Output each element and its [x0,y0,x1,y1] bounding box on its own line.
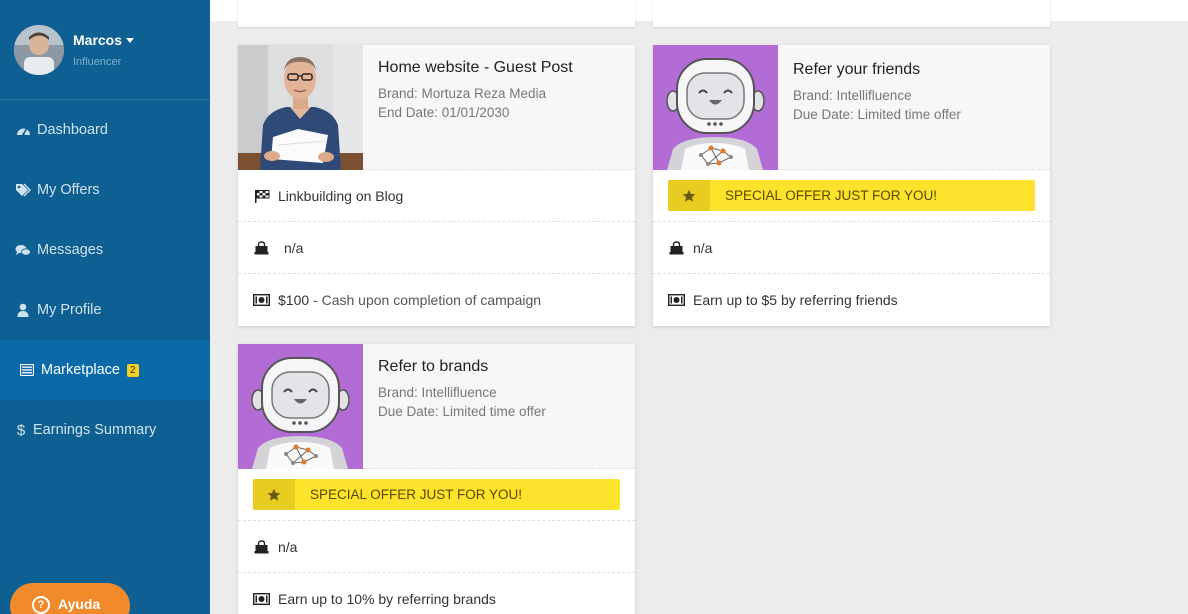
offer-date: End Date: 01/01/2030 [378,105,510,120]
special-offer-text: SPECIAL OFFER JUST FOR YOU! [310,487,523,502]
sidebar-item-marketplace[interactable]: Marketplace 2 [0,340,210,400]
sidebar-nav: Dashboard My Offers Messages My Profile … [0,100,210,460]
money-icon [253,293,270,307]
comments-icon [15,242,31,258]
offer-card[interactable]: Refer to brands Brand: Intellifluence Du… [238,344,635,614]
user-role: Influencer [73,55,122,68]
special-offer-banner: SPECIAL OFFER JUST FOR YOU! [253,479,620,510]
card-partial[interactable] [653,0,1050,27]
sidebar-item-label: My Offers [37,182,100,198]
shopping-bag-icon [668,240,685,255]
offer-payment-amount: $100 [278,292,310,308]
help-label: Ayuda [58,596,101,612]
offer-date: Due Date: Limited time offer [793,107,961,122]
sidebar-item-my-offers[interactable]: My Offers [0,160,210,220]
sidebar: Marcos Influencer Dashboard My Offers Me… [0,0,210,614]
dashboard-icon [15,122,31,138]
sidebar-item-dashboard[interactable]: Dashboard [0,100,210,160]
user-icon [15,302,31,318]
offer-title[interactable]: Home website - Guest Post [378,59,573,77]
offer-product: n/a [278,538,298,555]
sidebar-item-label: Earnings Summary [33,422,157,438]
marketplace-content: Home website - Guest Post Brand: Mortuza… [210,0,1188,614]
user-panel: Marcos Influencer [0,0,210,100]
offer-payment: Earn up to $5 by referring friends [693,292,898,308]
offer-category-row: Linkbuilding on Blog [238,170,635,222]
robot-thumbnail[interactable] [653,45,778,170]
sidebar-item-label: Dashboard [37,122,108,138]
dollar-icon: $ [16,421,26,439]
money-icon [668,293,685,307]
marketplace-badge: 2 [126,363,139,377]
star-icon [253,479,295,510]
offer-brand: Brand: Intellifluence [378,385,497,400]
flag-checkered-icon [253,189,270,203]
user-name-dropdown[interactable]: Marcos [73,31,135,48]
offer-product-row: n/a [238,521,635,573]
user-name: Marcos [73,31,123,48]
caret-down-icon [126,38,135,43]
money-icon [253,592,270,606]
offer-title[interactable]: Refer your friends [793,61,961,79]
avatar[interactable] [14,24,64,75]
sidebar-item-label: My Profile [37,302,102,318]
offer-title[interactable]: Refer to brands [378,358,546,376]
list-icon [19,362,35,378]
special-offer-row: SPECIAL OFFER JUST FOR YOU! [653,170,1050,222]
star-icon [668,180,710,211]
sidebar-item-my-profile[interactable]: My Profile [0,280,210,340]
sidebar-item-messages[interactable]: Messages [0,220,210,280]
offer-thumbnail[interactable] [238,45,363,170]
special-offer-text: SPECIAL OFFER JUST FOR YOU! [725,188,938,203]
sidebar-item-label: Messages [37,242,104,258]
tags-icon [15,182,31,198]
robot-thumbnail[interactable] [238,344,363,469]
offer-date: Due Date: Limited time offer [378,404,546,419]
question-icon: ? [32,596,50,614]
offer-payment-row: Earn up to $5 by referring friends [653,274,1050,326]
offer-product-row: n/a [238,222,635,274]
offer-brand: Brand: Mortuza Reza Media [378,86,547,101]
offer-product: n/a [284,239,304,256]
help-button[interactable]: ? Ayuda [10,583,130,614]
offer-payment-desc: - Cash upon completion of campaign [309,292,542,308]
special-offer-row: SPECIAL OFFER JUST FOR YOU! [238,469,635,521]
offer-card[interactable]: Refer your friends Brand: Intellifluence… [653,45,1050,326]
special-offer-banner: SPECIAL OFFER JUST FOR YOU! [668,180,1035,211]
offer-product-row: n/a [653,222,1050,274]
sidebar-item-label: Marketplace [41,362,120,378]
shopping-bag-icon [253,240,270,255]
sidebar-item-earnings-summary[interactable]: $ Earnings Summary [0,400,210,460]
card-partial[interactable] [238,0,635,27]
offer-payment-row: Earn up to 10% by referring brands [238,573,635,614]
shopping-bag-icon [253,539,270,554]
offer-card[interactable]: Home website - Guest Post Brand: Mortuza… [238,45,635,326]
offer-category: Linkbuilding on Blog [278,187,404,204]
offer-payment: Earn up to 10% by referring brands [278,591,496,607]
offer-payment-row: $100 - Cash upon completion of campaign [238,274,635,326]
offer-product: n/a [693,239,713,256]
offer-brand: Brand: Intellifluence [793,88,912,103]
